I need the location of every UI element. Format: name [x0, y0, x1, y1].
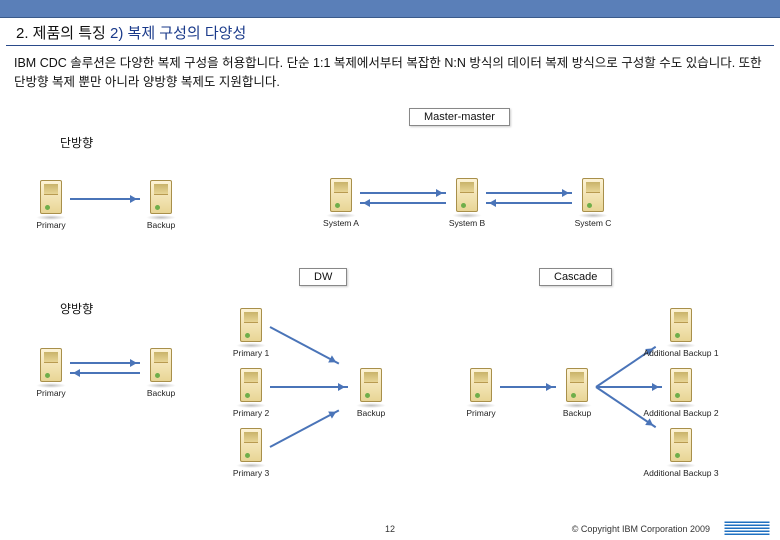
- caption-backup: Backup: [147, 388, 175, 398]
- body-paragraph: IBM CDC 솔루션은 다양한 복제 구성을 허용합니다. 단순 1:1 복제…: [0, 46, 780, 96]
- label-dw: DW: [299, 268, 347, 286]
- caption-backup: Backup: [147, 220, 175, 230]
- heading-sub: 2) 복제 구성의 다양성: [110, 25, 246, 42]
- caption-backup: Backup: [563, 408, 591, 418]
- slide-heading: 2. 제품의 특징 2) 복제 구성의 다양성: [6, 18, 774, 46]
- footer: 12 © Copyright IBM Corporation 2009: [0, 518, 780, 540]
- server-mm-c: System C: [576, 178, 610, 220]
- server-dw-backup: Backup: [354, 368, 388, 410]
- copyright-text: © Copyright IBM Corporation 2009: [572, 524, 710, 534]
- ibm-logo-icon: [722, 521, 772, 537]
- caption-backup: Backup: [357, 408, 385, 418]
- caption-primary3: Primary 3: [233, 468, 269, 478]
- caption-add-backup1: Additional Backup 1: [643, 348, 718, 358]
- server-oneway-backup: Backup: [144, 180, 178, 222]
- caption-primary: Primary: [36, 220, 65, 230]
- arrow-dw-1: [270, 326, 340, 364]
- top-accent-bar: [0, 0, 780, 18]
- label-twoway: 양방향: [60, 300, 93, 317]
- arrow-mm-ab-rev: [360, 202, 446, 204]
- caption-primary1: Primary 1: [233, 348, 269, 358]
- server-cascade-add3: Additional Backup 3: [664, 428, 698, 470]
- heading-main: 2. 제품의 특징: [16, 25, 106, 42]
- server-cascade-primary: Primary: [464, 368, 498, 410]
- arrow-cascade-pb: [500, 386, 556, 388]
- arrow-twoway-fwd: [70, 362, 140, 364]
- page-number: 12: [385, 524, 395, 534]
- caption-system-a: System A: [323, 218, 359, 228]
- label-cascade: Cascade: [539, 268, 612, 286]
- caption-primary: Primary: [36, 388, 65, 398]
- arrow-mm-bc-fwd: [486, 192, 572, 194]
- server-oneway-primary: Primary: [34, 180, 68, 222]
- label-master-master: Master-master: [409, 108, 510, 126]
- arrow-dw-3: [270, 409, 340, 447]
- arrow-twoway-rev: [70, 372, 140, 374]
- server-twoway-backup: Backup: [144, 348, 178, 390]
- server-cascade-add1: Additional Backup 1: [664, 308, 698, 350]
- server-dw-p2: Primary 2: [234, 368, 268, 410]
- server-twoway-primary: Primary: [34, 348, 68, 390]
- caption-system-b: System B: [449, 218, 485, 228]
- server-mm-b: System B: [450, 178, 484, 220]
- caption-primary2: Primary 2: [233, 408, 269, 418]
- server-cascade-backup: Backup: [560, 368, 594, 410]
- arrow-cascade-b2: [596, 386, 662, 388]
- arrow-mm-bc-rev: [486, 202, 572, 204]
- diagram-area: 단방향 양방향 Master-master DW Cascade Primary…: [14, 100, 766, 500]
- server-mm-a: System A: [324, 178, 358, 220]
- arrow-oneway: [70, 198, 140, 200]
- server-cascade-add2: Additional Backup 2: [664, 368, 698, 410]
- server-dw-p3: Primary 3: [234, 428, 268, 470]
- arrow-dw-2: [270, 386, 348, 388]
- caption-add-backup3: Additional Backup 3: [643, 468, 718, 478]
- caption-add-backup2: Additional Backup 2: [643, 408, 718, 418]
- arrow-mm-ab-fwd: [360, 192, 446, 194]
- server-dw-p1: Primary 1: [234, 308, 268, 350]
- label-oneway: 단방향: [60, 134, 93, 151]
- caption-primary: Primary: [466, 408, 495, 418]
- caption-system-c: System C: [575, 218, 612, 228]
